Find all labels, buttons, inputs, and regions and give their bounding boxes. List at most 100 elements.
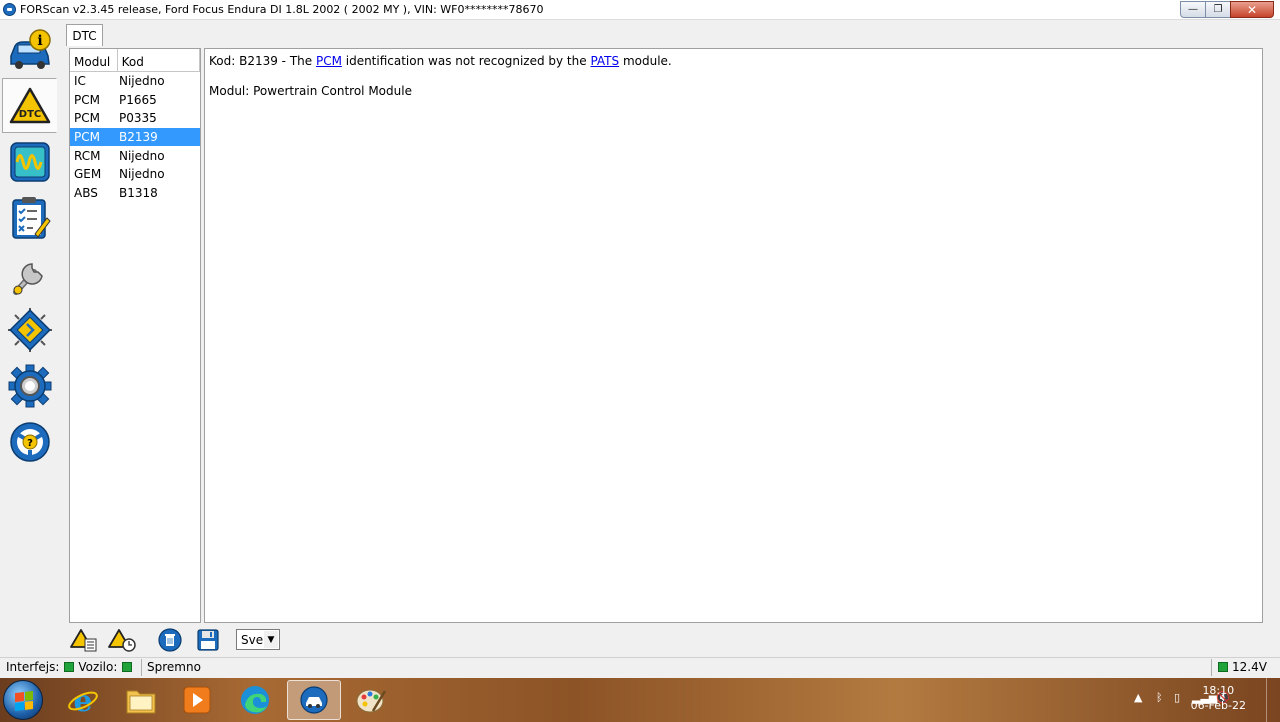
dtc-description-middle: identification was not recognized by the bbox=[341, 54, 591, 68]
taskbar-clock[interactable]: 18:10 06-Feb-22 bbox=[1191, 683, 1246, 713]
dtc-row[interactable]: IC Nijedno bbox=[70, 72, 200, 91]
sidebar-item-dtc[interactable]: DTC bbox=[2, 78, 57, 133]
dtc-detail-panel: Kod: B2139 - The PCM identification was … bbox=[204, 48, 1263, 623]
dtc-row-module: IC bbox=[74, 74, 86, 89]
pats-link[interactable]: PATS bbox=[590, 54, 619, 68]
dtc-row[interactable]: PCM P0335 bbox=[70, 109, 200, 128]
minimize-button[interactable]: — bbox=[1180, 1, 1206, 18]
sidebar-item-live-data[interactable] bbox=[2, 134, 57, 189]
taskbar-paint[interactable] bbox=[344, 680, 398, 720]
dtc-list-header: Modul Kod bbox=[70, 49, 200, 72]
taskbar-media-player[interactable] bbox=[170, 680, 224, 720]
taskbar-file-explorer[interactable] bbox=[114, 680, 168, 720]
voltage-value: 12.4V bbox=[1232, 660, 1267, 674]
chevron-down-icon: ▼ bbox=[264, 631, 278, 648]
show-desktop-button[interactable] bbox=[1266, 678, 1280, 722]
oscilloscope-icon bbox=[9, 141, 50, 182]
checklist-icon bbox=[11, 196, 51, 239]
taskbar-internet-explorer[interactable]: e bbox=[56, 680, 110, 720]
warning-list-icon bbox=[70, 629, 97, 652]
dtc-row[interactable]: RCM Nijedno bbox=[70, 146, 200, 165]
tray-expand-icon[interactable]: ▲ bbox=[1134, 691, 1142, 704]
voltage-led-icon bbox=[1218, 662, 1228, 672]
dtc-filter-value: Sve bbox=[241, 633, 264, 647]
interface-status: Interfejs: Vozilo: bbox=[6, 660, 136, 674]
status-bar: Interfejs: Vozilo: Spremno 12.4V bbox=[0, 657, 1280, 677]
dtc-row-module: PCM bbox=[74, 92, 100, 107]
gear-icon bbox=[8, 364, 51, 407]
interface-label: Interfejs: bbox=[6, 660, 60, 674]
paint-palette-icon bbox=[356, 689, 387, 713]
vehicle-info-icon: i bbox=[9, 28, 51, 69]
system-tray: ▲ ᛒ ▯ ▂▃▅ 🔇 18:10 06-Feb-22 bbox=[1070, 678, 1280, 722]
pcm-link[interactable]: PCM bbox=[316, 54, 342, 68]
column-header-module[interactable]: Modul bbox=[70, 49, 118, 71]
window-title: FORScan v2.3.45 release, Ford Focus Endu… bbox=[20, 3, 544, 16]
battery-voltage: 12.4V bbox=[1213, 660, 1267, 674]
dtc-row[interactable]: GEM Nijedno bbox=[70, 165, 200, 184]
dtc-row-selected[interactable]: PCM B2139 bbox=[70, 127, 200, 147]
dtc-list: Modul Kod IC Nijedno PCM P1665 PCM P0335… bbox=[69, 48, 201, 623]
dtc-toolbar: Sve ▼ bbox=[66, 625, 366, 655]
dtc-warning-icon: DTC bbox=[9, 87, 50, 123]
dtc-row[interactable]: PCM P1665 bbox=[70, 91, 200, 110]
taskbar-forscan[interactable] bbox=[287, 680, 341, 720]
internet-explorer-icon: e bbox=[68, 684, 98, 716]
dtc-description: Kod: B2139 - The PCM identification was … bbox=[209, 54, 1258, 68]
warning-clock-icon bbox=[108, 629, 136, 652]
svg-text:?: ? bbox=[27, 438, 33, 449]
dtc-row-module: GEM bbox=[74, 167, 102, 182]
close-button[interactable]: ✕ bbox=[1230, 1, 1274, 18]
dtc-row-code: Nijedno bbox=[119, 74, 165, 89]
tab-dtc[interactable]: DTC bbox=[66, 24, 103, 46]
vehicle-label: Vozilo: bbox=[78, 660, 118, 674]
dtc-row-module: PCM bbox=[74, 111, 100, 126]
wrench-icon bbox=[12, 262, 43, 295]
folder-icon bbox=[126, 690, 156, 714]
clear-dtc-button[interactable] bbox=[154, 626, 186, 654]
dtc-row-code: P0335 bbox=[119, 111, 157, 126]
dtc-row-module: RCM bbox=[74, 148, 101, 163]
sidebar: i DTC ? bbox=[0, 22, 58, 468]
title-bar: FORScan v2.3.45 release, Ford Focus Endu… bbox=[0, 0, 1280, 20]
sidebar-item-settings[interactable] bbox=[2, 358, 57, 413]
sidebar-item-help[interactable]: ? bbox=[2, 414, 57, 469]
edge-browser-icon bbox=[241, 686, 269, 714]
svg-text:DTC: DTC bbox=[18, 109, 40, 120]
clock-time: 18:10 bbox=[1202, 684, 1235, 697]
sidebar-item-service[interactable] bbox=[2, 246, 57, 301]
maximize-button[interactable]: ❐ bbox=[1205, 1, 1231, 18]
start-button[interactable] bbox=[3, 680, 43, 720]
trash-icon bbox=[158, 628, 182, 652]
save-button[interactable] bbox=[192, 626, 224, 654]
module-chip-icon bbox=[7, 307, 52, 352]
dtc-row[interactable]: ABS B1318 bbox=[70, 184, 200, 203]
taskbar-edge[interactable] bbox=[228, 680, 282, 720]
interface-led-icon bbox=[64, 662, 75, 672]
connection-state: Spremno bbox=[147, 660, 201, 674]
dtc-row-module: ABS bbox=[74, 185, 98, 200]
dtc-row-code: P1665 bbox=[119, 92, 157, 107]
freeze-frame-button[interactable] bbox=[106, 626, 138, 654]
dtc-row-code: Nijedno bbox=[119, 167, 165, 182]
dtc-row-code: B2139 bbox=[119, 130, 158, 145]
dtc-description-prefix: Kod: B2139 - The bbox=[209, 54, 316, 68]
sidebar-item-tests[interactable] bbox=[2, 190, 57, 245]
dtc-row-code: Nijedno bbox=[119, 148, 165, 163]
bluetooth-icon[interactable]: ᛒ bbox=[1156, 691, 1163, 704]
column-header-code[interactable]: Kod bbox=[118, 49, 200, 71]
forscan-app-icon bbox=[3, 3, 16, 16]
clock-date: 06-Feb-22 bbox=[1190, 699, 1246, 712]
windows-taskbar: e ▲ ᛒ ▯ ▂▃▅ 🔇 18:10 06-Feb-22 bbox=[0, 678, 1280, 722]
read-dtc-button[interactable] bbox=[68, 626, 100, 654]
sidebar-item-vehicle-info[interactable]: i bbox=[2, 22, 57, 77]
battery-icon[interactable]: ▯ bbox=[1174, 691, 1180, 704]
svg-text:e: e bbox=[73, 684, 92, 716]
floppy-disk-icon bbox=[197, 629, 219, 651]
dtc-filter-select[interactable]: Sve ▼ bbox=[236, 629, 280, 650]
dtc-module-line: Modul: Powertrain Control Module bbox=[209, 84, 412, 98]
forscan-icon bbox=[300, 686, 328, 714]
sidebar-item-configuration[interactable] bbox=[2, 302, 57, 357]
dtc-row-module: PCM bbox=[74, 130, 100, 145]
media-player-icon bbox=[183, 686, 211, 714]
